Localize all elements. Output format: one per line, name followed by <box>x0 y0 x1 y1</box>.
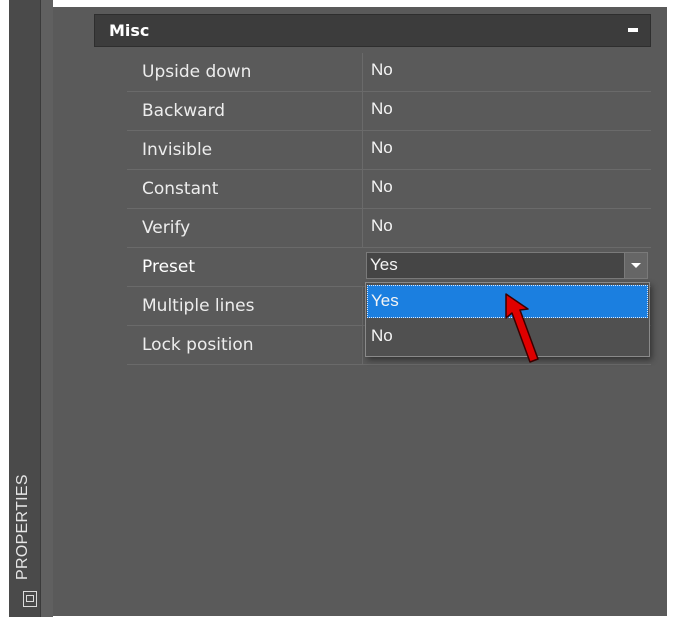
property-row-upside-down[interactable]: Upside down No <box>127 53 651 92</box>
combobox-value: Yes <box>370 255 398 274</box>
property-name: Invisible <box>142 140 213 160</box>
property-row-verify[interactable]: Verify No <box>127 209 651 248</box>
property-name: Verify <box>142 218 191 238</box>
mouse-pointer-icon <box>505 293 539 363</box>
property-value[interactable]: No <box>371 60 393 80</box>
property-row-backward[interactable]: Backward No <box>127 92 651 131</box>
option-label: No <box>371 326 393 345</box>
window-frame-top <box>0 0 676 7</box>
section-header-misc[interactable]: Misc <box>94 14 651 47</box>
column-divider <box>362 170 363 208</box>
property-value[interactable]: No <box>371 138 393 158</box>
column-divider <box>362 287 363 325</box>
property-value[interactable]: No <box>371 177 393 197</box>
property-row-invisible[interactable]: Invisible No <box>127 131 651 170</box>
property-name: Constant <box>142 179 219 199</box>
window-frame-left <box>0 0 9 617</box>
column-divider <box>362 92 363 130</box>
property-name: Backward <box>142 101 226 121</box>
properties-palette-icon[interactable] <box>23 591 37 607</box>
column-divider <box>362 131 363 169</box>
chevron-down-icon[interactable] <box>624 253 647 278</box>
column-divider <box>362 326 363 364</box>
side-tab-label: PROPERTIES <box>14 474 31 580</box>
properties-side-tab[interactable]: PROPERTIES <box>9 0 41 617</box>
property-name: Multiple lines <box>142 296 255 316</box>
property-value[interactable]: No <box>371 216 393 236</box>
column-divider <box>362 209 363 247</box>
collapse-minus-icon[interactable] <box>628 28 638 32</box>
property-row-constant[interactable]: Constant No <box>127 170 651 209</box>
property-name: Lock position <box>142 335 254 355</box>
window-frame-right <box>667 0 676 617</box>
panel-gutter <box>41 0 53 617</box>
column-divider <box>362 53 363 91</box>
option-label: Yes <box>371 291 399 310</box>
preset-combobox[interactable]: Yes <box>366 252 648 279</box>
property-value[interactable]: No <box>371 99 393 119</box>
section-title: Misc <box>109 21 150 40</box>
property-name: Preset <box>142 257 196 277</box>
property-name: Upside down <box>142 62 252 82</box>
